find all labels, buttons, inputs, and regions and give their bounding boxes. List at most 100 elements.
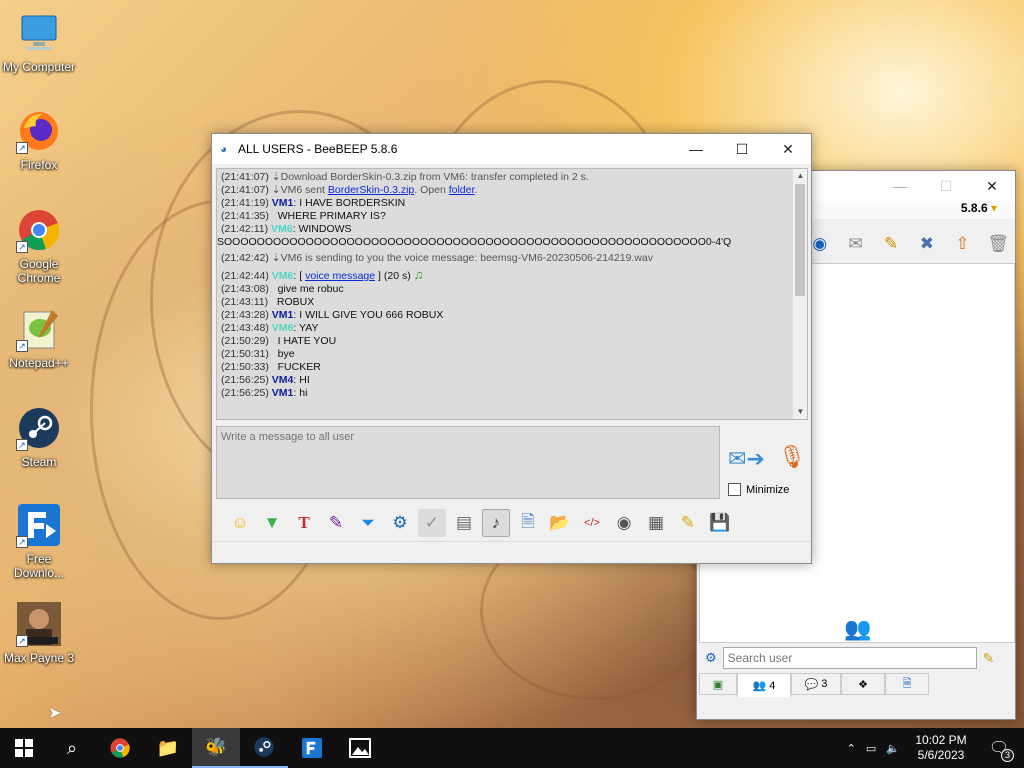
chevron-up-icon[interactable]: ⌃ — [847, 742, 856, 755]
free-download-manager-icon: ↗ — [16, 502, 62, 548]
notification-center-button[interactable]: 🗨 3 — [982, 738, 1016, 762]
spellcheck-icon[interactable]: ✓ — [418, 509, 446, 537]
autocomplete-icon[interactable]: ▤ — [450, 509, 478, 537]
microphone-icon[interactable]: 🎙 — [778, 444, 806, 470]
scroll-up-arrow-icon[interactable]: ▲ — [793, 169, 807, 183]
settings-gear-icon[interactable]: ⚙ — [705, 650, 717, 666]
tools-icon[interactable]: ✖ — [914, 230, 940, 258]
file-link[interactable]: BorderSkin-0.3.zip — [328, 184, 414, 196]
steam-icon: ↗ — [16, 405, 62, 451]
desktop-icon-steam[interactable]: ↗ Steam — [2, 405, 76, 469]
expand-icon[interactable]: ▼ — [258, 509, 286, 537]
download-icon: ⇣ — [271, 171, 281, 183]
max-payne-3-icon: ↗ — [16, 601, 62, 647]
emoticon-icon[interactable]: ☺ — [226, 509, 254, 537]
status-bar — [212, 541, 811, 563]
mail-icon[interactable]: ✉ — [843, 230, 869, 258]
music-icon[interactable]: ♪ — [482, 509, 510, 537]
close-button[interactable]: ✕ — [969, 171, 1015, 201]
chrome-icon — [110, 738, 130, 758]
desktop-icon-my-computer[interactable]: My Computer — [2, 10, 76, 74]
chat-message: (21:42:44) VM6: [ voice message ] (20 s)… — [221, 267, 424, 282]
maximize-button[interactable]: ☐ — [719, 134, 765, 164]
users-group-icon: 👥 — [844, 616, 872, 641]
send-folder-icon[interactable]: 📂 — [546, 509, 574, 537]
color-icon[interactable]: ✎ — [322, 509, 350, 537]
maximize-button[interactable]: ☐ — [923, 171, 969, 201]
chat-message: (21:43:48) VM6: YAY — [221, 322, 319, 334]
scrollbar-thumb[interactable] — [795, 184, 805, 296]
tab-chats[interactable]: 💬 3 — [791, 673, 841, 695]
group-icon: ❖ — [858, 678, 868, 691]
taskbar-file-explorer[interactable]: 📁 — [144, 728, 192, 768]
chat-toolbar: ☺ ▼ T ✎ ⏷ ⚙ ✓ ▤ ♪ 🗎 📂 </> ◉ ▦ ✎ 💾 — [226, 508, 738, 538]
chat-message: (21:56:25) VM4: HI — [221, 374, 310, 386]
chat-message: (21:41:19) VM1: I HAVE BORDERSKIN — [221, 197, 406, 209]
send-file-icon[interactable]: 🗎 — [514, 509, 542, 537]
desktop-icon-max-payne-3[interactable]: ↗ Max Payne 3 — [2, 601, 76, 665]
tab-online[interactable]: ▣ — [699, 673, 737, 695]
chat-window[interactable]: ◕ ALL USERS - BeeBEEP 5.8.6 — ☐ ✕ (21:41… — [211, 133, 812, 564]
chat-log[interactable]: (21:41:07) ⇣Download BorderSkin-0.3.zip … — [216, 168, 808, 420]
desktop-icon-free-download[interactable]: ↗ Free Downlo... — [2, 502, 76, 580]
computer-icon — [16, 10, 62, 56]
folder-link[interactable]: folder — [449, 184, 475, 196]
filter-icon[interactable]: ⏷ — [354, 509, 382, 537]
beebeep-icon: 🐝 — [204, 736, 228, 757]
search-user-input[interactable] — [722, 647, 977, 669]
clear-search-icon[interactable]: ✎ — [983, 650, 995, 667]
trash-icon[interactable]: 🗑 — [985, 230, 1011, 258]
minimize-button[interactable]: — — [877, 171, 923, 201]
minimize-checkbox-row: Minimize — [728, 483, 789, 496]
search-button[interactable]: ⌕ — [48, 728, 96, 768]
taskbar-free-download-manager[interactable] — [288, 728, 336, 768]
window-title: ALL USERS - BeeBEEP 5.8.6 — [238, 142, 398, 156]
taskbar-chrome[interactable] — [96, 728, 144, 768]
settings-icon[interactable]: ⚙ — [386, 509, 414, 537]
chat-message: (21:43:11) ROBUX — [221, 296, 315, 308]
minimize-checkbox[interactable] — [728, 483, 741, 496]
note-icon[interactable]: ✎ — [674, 509, 702, 537]
beebeep-chat-icon: ◕ — [220, 142, 228, 156]
desktop-icon-google-chrome[interactable]: ↗ Google Chrome — [2, 207, 76, 285]
file-share-icon: 🗎 — [902, 677, 912, 690]
taskbar: ⌕ 📁 🐝 ⌃ ▭ 🔈 10:02 PM 5/6/2023 🗨 3 — [0, 728, 1024, 768]
font-icon[interactable]: T — [290, 509, 318, 537]
shortcut-arrow-icon: ↗ — [16, 536, 28, 548]
network-icon[interactable]: ▭ — [866, 742, 876, 755]
download-icon: ⇣ — [271, 184, 281, 196]
send-message-icon[interactable]: ✉➔ — [728, 446, 765, 472]
html-code-icon[interactable]: </> — [578, 509, 606, 537]
edit-icon[interactable]: ✎ — [878, 230, 904, 258]
taskbar-photos[interactable] — [336, 728, 384, 768]
screenshot-icon[interactable]: ◉ — [610, 509, 638, 537]
tab-users[interactable]: 👥 4 — [737, 673, 791, 697]
users-icon: 👥 — [752, 680, 767, 692]
voice-message-link[interactable]: voice message — [305, 270, 375, 282]
desktop-icon-notepad-plus-plus[interactable]: ↗ Notepad++ — [2, 306, 76, 370]
chat-titlebar[interactable]: ◕ ALL USERS - BeeBEEP 5.8.6 — ☐ ✕ — [212, 134, 811, 164]
taskbar-steam[interactable] — [240, 728, 288, 768]
start-button[interactable] — [0, 728, 48, 768]
tab-files[interactable]: 🗎 — [885, 673, 929, 695]
save-icon[interactable]: 💾 — [706, 509, 734, 537]
update-icon[interactable]: ⇧ — [950, 230, 976, 258]
clock[interactable]: 10:02 PM 5/6/2023 — [910, 733, 972, 763]
search-icon: ⌕ — [66, 737, 78, 758]
tab-groups[interactable]: ❖ — [841, 673, 885, 695]
minimize-button[interactable]: — — [673, 134, 719, 164]
archive-icon[interactable]: ▦ — [642, 509, 670, 537]
beebeep-logo-icon: ▾ — [990, 201, 997, 215]
chat-message: SOOOOOOOOOOOOOOOOOOOOOOOOOOOOOOOOOOOOOOO… — [217, 236, 732, 248]
chat-message: (21:42:42) ⇣VM6 is sending to you the vo… — [221, 252, 653, 264]
close-button[interactable]: ✕ — [765, 134, 811, 164]
folder-icon: 📁 — [156, 737, 180, 758]
taskbar-beebeep[interactable]: 🐝 — [192, 728, 240, 768]
chat-scrollbar[interactable]: ▲ ▼ — [792, 169, 807, 419]
message-input[interactable] — [216, 426, 720, 499]
desktop-icon-firefox[interactable]: ↗ Firefox — [2, 108, 76, 172]
download-icon: ⇣ — [271, 252, 281, 264]
volume-icon[interactable]: 🔈 — [886, 742, 900, 755]
music-note-icon[interactable]: ♫ — [414, 267, 424, 282]
scroll-down-arrow-icon[interactable]: ▼ — [793, 405, 807, 419]
